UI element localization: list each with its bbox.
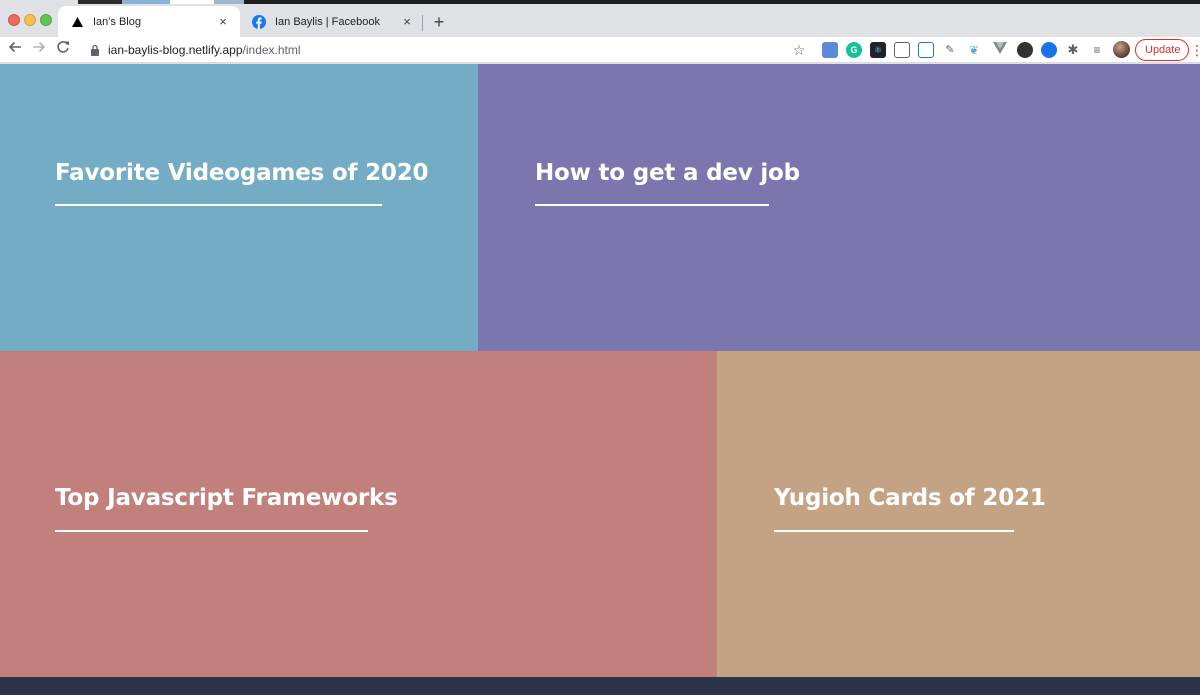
url-text: ian-baylis-blog.netlify.app/index.html [108, 43, 301, 57]
page-footer [0, 677, 1200, 695]
tab-facebook[interactable]: Ian Baylis | Facebook × [242, 6, 422, 37]
url-host: ian-baylis-blog.netlify.app [108, 43, 243, 57]
grammarly-icon[interactable]: G [846, 42, 862, 58]
reload-icon [57, 41, 69, 53]
extension-photo-icon[interactable] [822, 42, 838, 58]
post-tile-yugioh-cards[interactable]: Yugioh Cards of 2021 [717, 351, 1200, 677]
facebook-icon [252, 14, 266, 29]
media-queue-icon[interactable]: ≡ [1089, 42, 1105, 58]
reload-button[interactable] [53, 40, 73, 60]
blue-extension-icon[interactable] [1041, 42, 1057, 58]
vue-devtools-icon[interactable] [992, 42, 1008, 58]
url-path: /index.html [242, 43, 301, 57]
bookmark-star-icon[interactable]: ☆ [790, 41, 808, 59]
title-underline [774, 530, 1014, 532]
browser-window: Ian's Blog × Ian Baylis | Facebook × + i… [0, 0, 1200, 695]
tab-title: Ian Baylis | Facebook [275, 15, 380, 28]
browser-menu-icon[interactable]: ⋮ [1190, 41, 1200, 59]
title-underline [535, 204, 769, 206]
close-tab-icon[interactable]: × [216, 14, 230, 29]
update-button[interactable]: Update [1135, 39, 1189, 61]
background-window-strip [122, 0, 170, 4]
feather-extension-icon[interactable]: ❦ [966, 42, 982, 58]
post-title[interactable]: Yugioh Cards of 2021 [774, 485, 1046, 511]
tab-ians-blog[interactable]: Ian's Blog × [58, 6, 240, 37]
close-tab-icon[interactable]: × [400, 14, 414, 29]
background-window-strip [244, 0, 1200, 4]
reader-extension-icon[interactable] [918, 42, 934, 58]
avatar[interactable] [1113, 41, 1130, 58]
post-tile-javascript-frameworks[interactable]: Top Javascript Frameworks [0, 351, 717, 677]
post-tile-dev-job[interactable]: How to get a dev job [478, 64, 1200, 351]
arrow-left-icon [8, 41, 21, 53]
minimize-window-button[interactable] [24, 14, 36, 26]
maximize-window-button[interactable] [40, 14, 52, 26]
screen-capture-icon[interactable] [894, 42, 910, 58]
post-tile-favorite-videogames[interactable]: Favorite Videogames of 2020 [0, 64, 478, 351]
blog-page: Favorite Videogames of 2020 How to get a… [0, 64, 1200, 695]
close-window-button[interactable] [8, 14, 20, 26]
arrow-right-icon [33, 41, 46, 53]
post-title[interactable]: How to get a dev job [535, 160, 800, 186]
tab-separator [422, 15, 423, 31]
puzzle-extensions-icon[interactable]: ✱ [1065, 42, 1081, 58]
tab-strip: Ian's Blog × Ian Baylis | Facebook × + [0, 0, 1200, 37]
triangle-icon [70, 15, 84, 29]
tab-title: Ian's Blog [93, 15, 141, 28]
react-devtools-icon[interactable]: ⚛ [870, 42, 886, 58]
lock-icon [91, 44, 99, 56]
background-window-strip [170, 0, 214, 4]
post-title[interactable]: Favorite Videogames of 2020 [55, 160, 429, 186]
background-window-strip [214, 0, 244, 4]
back-button[interactable] [5, 40, 25, 60]
forward-button[interactable] [29, 40, 49, 60]
post-title[interactable]: Top Javascript Frameworks [55, 485, 398, 511]
title-underline [55, 204, 382, 206]
dark-extension-icon[interactable] [1017, 42, 1033, 58]
new-tab-button[interactable]: + [429, 13, 449, 33]
title-underline [55, 530, 368, 532]
background-window-strip [78, 0, 122, 4]
address-bar[interactable]: ian-baylis-blog.netlify.app/index.html [80, 38, 812, 62]
browser-toolbar: ian-baylis-blog.netlify.app/index.html ☆… [0, 37, 1200, 63]
pen-extension-icon[interactable]: ✎ [942, 42, 958, 58]
